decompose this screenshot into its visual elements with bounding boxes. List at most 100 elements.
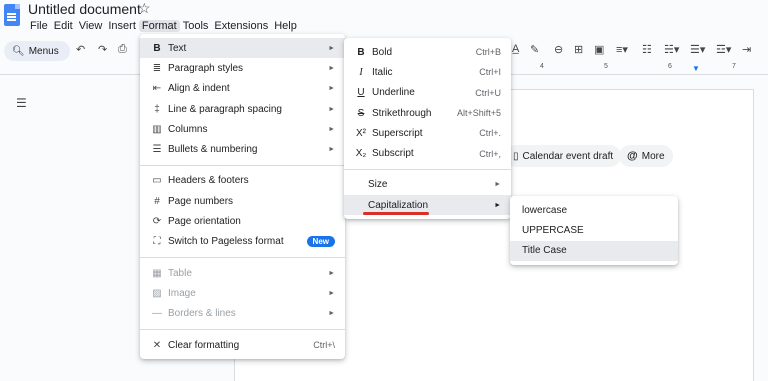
checklist-dropdown-icon[interactable]: ☵▾ <box>664 43 679 56</box>
menu-item-label: Size <box>368 179 388 191</box>
paragraph-styles-icon: ≣ <box>152 62 162 74</box>
format-menu-item-clear-formatting[interactable]: ✕ Clear formatting Ctrl+\ <box>140 335 345 355</box>
shortcut-label: Ctrl+, <box>479 148 501 159</box>
outline-icon[interactable]: ☰ <box>16 96 27 110</box>
redo-icon[interactable]: ↷ <box>98 43 107 56</box>
cap-menu-item-lowercase[interactable]: lowercase <box>510 200 678 220</box>
submenu-arrow-icon: ► <box>328 105 335 113</box>
submenu-arrow-icon: ► <box>328 44 335 52</box>
format-menu-item-text[interactable]: B Text ► <box>140 38 345 59</box>
italic-icon: I <box>359 66 363 78</box>
bold-text-icon: B <box>153 42 161 54</box>
calendar-chip-label: Calendar event draft <box>522 150 614 162</box>
cap-menu-item-title-case[interactable]: Title Case <box>510 240 678 261</box>
shortcut-label: Ctrl+. <box>479 128 501 139</box>
strikethrough-icon: S <box>357 107 365 119</box>
star-icon[interactable]: ☆ <box>138 0 151 17</box>
menu-item-label: Superscript <box>372 127 423 139</box>
new-badge: New <box>306 236 335 248</box>
menu-item-label: Bullets & numbering <box>168 144 258 156</box>
ruler-tick: 7 <box>732 63 736 70</box>
subscript-icon: X₂ <box>355 148 367 160</box>
text-menu-item-underline[interactable]: U Underline Ctrl+U <box>344 83 511 103</box>
menu-item-label: Strikethrough <box>372 107 432 119</box>
text-menu-item-strikethrough[interactable]: S Strikethrough Alt+Shift+5 <box>344 103 511 123</box>
text-menu-item-superscript[interactable]: X² Superscript Ctrl+. <box>344 123 511 143</box>
format-menu-item-paragraph-styles[interactable]: ≣ Paragraph styles ► <box>140 58 345 78</box>
bulleted-list-icon[interactable]: ☰▾ <box>690 43 705 56</box>
search-menus-button[interactable]: 🔍︎ Menus <box>4 41 70 61</box>
menu-format[interactable]: Format <box>138 20 180 32</box>
comment-icon[interactable]: ⊞ <box>574 43 583 56</box>
shortcut-label: Ctrl+B <box>475 47 501 58</box>
at-icon: @ <box>627 150 638 162</box>
submenu-arrow-icon: ► <box>328 146 335 154</box>
menu-item-label: Bold <box>372 46 393 58</box>
pageless-icon: ⛶ <box>153 236 161 248</box>
format-menu-item-line-spacing[interactable]: ‡ Line & paragraph spacing ► <box>140 99 345 119</box>
calendar-icon: ▯ <box>513 150 519 162</box>
menu-item-label: Capitalization <box>368 199 429 211</box>
text-menu-item-italic[interactable]: I Italic Ctrl+I <box>344 62 511 82</box>
line-spacing-icon: ‡ <box>154 103 160 115</box>
document-title[interactable]: Untitled document <box>28 1 141 17</box>
submenu-arrow-icon: ► <box>328 85 335 93</box>
image-icon[interactable]: ▣ <box>594 43 604 56</box>
shortcut-label: Ctrl+U <box>475 87 501 98</box>
indent-icon[interactable]: ⇥ <box>742 43 751 56</box>
format-menu-item-columns[interactable]: ▥ Columns ► <box>140 119 345 139</box>
submenu-arrow-icon: ► <box>328 289 335 297</box>
menu-divider <box>140 328 345 330</box>
more-chip[interactable]: @ More <box>619 145 673 167</box>
format-menu-item-headers-footers[interactable]: ▭ Headers & footers <box>140 171 345 191</box>
menu-edit[interactable]: Edit <box>51 20 76 32</box>
text-menu-item-bold[interactable]: B Bold Ctrl+B <box>344 42 511 62</box>
format-menu-item-pageless[interactable]: ⛶ Switch to Pageless format New <box>140 232 345 252</box>
hash-icon: # <box>154 195 160 207</box>
menu-tools[interactable]: Tools <box>180 20 212 32</box>
menu-item-label: Switch to Pageless format <box>168 236 284 248</box>
menu-extensions[interactable]: Extensions <box>211 20 271 32</box>
link-icon[interactable]: ⊖ <box>554 43 563 56</box>
menu-item-label: lowercase <box>522 204 568 216</box>
ruler-tick: 6 <box>668 63 672 70</box>
highlight-icon[interactable]: ✎ <box>530 43 539 56</box>
page-orientation-icon: ⟳ <box>152 216 162 228</box>
menu-insert[interactable]: Insert <box>105 20 139 32</box>
align-icon[interactable]: ≡▾ <box>616 43 628 56</box>
ruler-tick: 5 <box>604 63 608 70</box>
cap-menu-item-uppercase[interactable]: UPPERCASE <box>510 220 678 240</box>
format-menu-item-bullets[interactable]: ☰ Bullets & numbering ► <box>140 139 345 159</box>
header-footer-icon: ▭ <box>152 175 162 187</box>
submenu-arrow-icon: ► <box>328 310 335 318</box>
menu-item-label: Page numbers <box>168 195 234 207</box>
text-menu-item-size[interactable]: Size ► <box>344 175 511 195</box>
submenu-arrow-icon: ► <box>494 201 501 209</box>
format-menu: B Text ► ≣ Paragraph styles ► ⇤ Align & … <box>140 34 345 360</box>
docs-logo-icon[interactable] <box>4 4 20 26</box>
menu-view[interactable]: View <box>76 20 106 32</box>
menu-item-label: Underline <box>372 87 415 99</box>
checklist-icon[interactable]: ☷ <box>642 43 652 56</box>
print-icon[interactable]: ⎙ <box>118 43 127 56</box>
capitalization-submenu: lowercase UPPERCASE Title Case <box>510 196 678 265</box>
align-indent-icon: ⇤ <box>152 83 162 95</box>
numbered-list-icon[interactable]: ☲▾ <box>716 43 731 56</box>
menu-divider <box>344 168 511 170</box>
format-menu-item-page-orientation[interactable]: ⟳ Page orientation <box>140 211 345 231</box>
menu-divider <box>140 164 345 166</box>
menu-item-label: Subscript <box>372 148 414 160</box>
more-chip-label: More <box>641 150 665 162</box>
menu-help[interactable]: Help <box>271 20 300 32</box>
format-menu-item-page-numbers[interactable]: # Page numbers <box>140 191 345 211</box>
calendar-event-chip[interactable]: ▯ Calendar event draft <box>505 145 622 167</box>
menu-item-label: UPPERCASE <box>522 224 584 236</box>
undo-icon[interactable]: ↶ <box>76 43 85 56</box>
ruler-tick: 4 <box>540 63 544 70</box>
menu-item-label: Table <box>168 267 192 279</box>
indent-marker-icon[interactable]: ▼ <box>692 64 700 73</box>
text-color-icon[interactable]: A̲ <box>512 43 519 55</box>
format-menu-item-align-indent[interactable]: ⇤ Align & indent ► <box>140 79 345 99</box>
menu-file[interactable]: File <box>27 20 51 32</box>
text-menu-item-subscript[interactable]: X₂ Subscript Ctrl+, <box>344 143 511 163</box>
